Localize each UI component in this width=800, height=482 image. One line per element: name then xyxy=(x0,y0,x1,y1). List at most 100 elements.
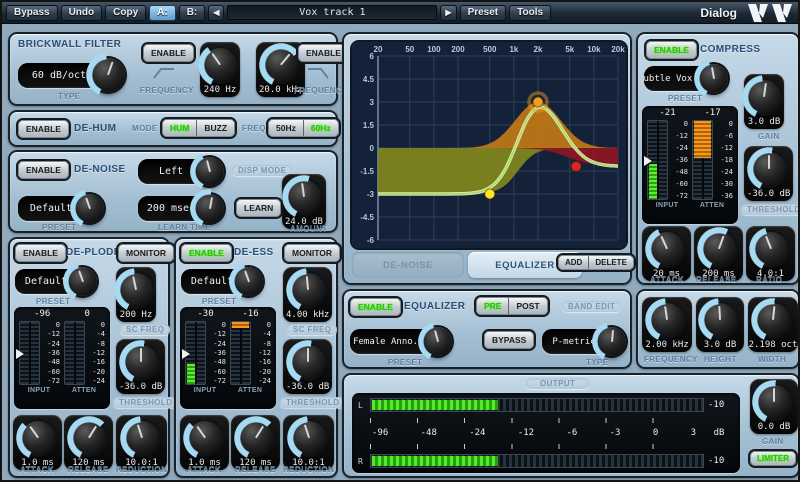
deplode-attack-control: 1.0 ms xyxy=(13,415,62,470)
band-frequency-knob[interactable] xyxy=(650,303,684,337)
deess-input-scale: 0-12-24-36-48-60-72 xyxy=(206,321,226,385)
compress-threshold-knob[interactable] xyxy=(752,152,786,186)
output-right-row: R -10 xyxy=(358,454,734,468)
dehum-60hz-button[interactable]: 60Hz xyxy=(303,120,338,136)
deess-attack-control: 1.0 ms xyxy=(180,415,229,470)
next-preset-button[interactable]: ▶ xyxy=(440,5,456,21)
compress-title: COMPRESS xyxy=(700,44,760,55)
band-width-knob[interactable] xyxy=(756,303,790,337)
output-right-peak: -10 xyxy=(708,456,734,466)
denoise-title: DE-NOISE xyxy=(74,164,126,175)
output-panel: OUTPUT L -10 -96-48-24-12-6-303 dB R -10 xyxy=(342,373,800,478)
tools-menu-button[interactable]: Tools xyxy=(509,5,551,21)
svg-text:100: 100 xyxy=(427,45,441,54)
brickwall-high-freq-knob[interactable] xyxy=(264,48,298,82)
highpass-filter-icon xyxy=(152,67,176,79)
preset-b-button[interactable]: B: xyxy=(179,5,206,21)
deplode-release-knob[interactable] xyxy=(72,421,106,455)
compress-ratio-knob[interactable] xyxy=(754,232,788,266)
output-limiter-button[interactable]: LIMITER xyxy=(750,451,796,466)
compress-enable-button[interactable]: ENABLE xyxy=(646,41,697,59)
deess-release-control: 120 ms xyxy=(231,415,280,470)
compress-threshold-arrow[interactable] xyxy=(644,156,652,166)
eq-pre-button[interactable]: PRE xyxy=(477,298,508,314)
output-scale-row: -96-48-24-12-6-303 dB xyxy=(358,428,734,438)
denoise-learntime-knob[interactable] xyxy=(195,194,224,223)
deess-scfreq-label: SC FREQ xyxy=(287,324,337,335)
deplode-preset-knob[interactable] xyxy=(68,267,97,296)
output-gain-knob[interactable] xyxy=(757,385,791,419)
output-db-unit: dB xyxy=(704,428,734,438)
output-right-label: R xyxy=(358,457,366,466)
deess-threshold-arrow[interactable] xyxy=(182,349,190,359)
preset-a-button[interactable]: A: xyxy=(149,5,176,21)
compress-threshold-control: -36.0 dB xyxy=(744,146,793,201)
eq-post-button[interactable]: POST xyxy=(508,298,546,314)
deess-monitor-button[interactable]: MONITOR xyxy=(284,244,340,262)
deess-release-knob[interactable] xyxy=(239,421,273,455)
deess-attack-knob[interactable] xyxy=(188,421,222,455)
deplode-reduction-knob[interactable] xyxy=(125,421,159,455)
deplode-enable-button[interactable]: ENABLE xyxy=(15,244,66,262)
compress-meters: -21 -17 0-12-24-36-48-60-72 0-6-12-18-24… xyxy=(642,106,738,224)
deess-preset-knob[interactable] xyxy=(234,267,263,296)
equalizer-controls-panel: ENABLE EQUALIZER PRE POST BAND EDIT Fema… xyxy=(342,289,632,369)
brickwall-type-knob[interactable] xyxy=(91,58,125,92)
denoise-amount-knob[interactable] xyxy=(287,180,321,214)
brickwall-low-freq-knob[interactable] xyxy=(203,48,237,82)
tab-denoise[interactable]: DE-NOISE xyxy=(352,252,464,278)
add-band-button[interactable]: ADD xyxy=(559,256,588,269)
deess-input-label: INPUT xyxy=(194,387,217,394)
compress-release-knob[interactable] xyxy=(702,232,736,266)
compress-gain-knob[interactable] xyxy=(747,80,781,114)
denoise-dispmode-knob[interactable] xyxy=(195,157,224,186)
eq-response-graph[interactable]: 20501002005001k2k5k10k20k64.531.50-1.5-3… xyxy=(352,42,626,248)
output-right-meter xyxy=(370,454,704,468)
denoise-enable-button[interactable]: ENABLE xyxy=(18,161,69,179)
output-left-label: L xyxy=(358,401,366,410)
deess-enable-button[interactable]: ENABLE xyxy=(181,244,232,262)
bypass-button[interactable]: Bypass xyxy=(6,5,58,21)
denoise-preset-control: Default xyxy=(18,194,104,223)
prev-preset-button[interactable]: ◀ xyxy=(208,5,224,21)
copy-button[interactable]: Copy xyxy=(105,5,146,21)
eq-bypass-button[interactable]: BYPASS xyxy=(484,331,534,349)
compress-preset-knob[interactable] xyxy=(699,64,728,93)
dehum-hum-button[interactable]: HUM xyxy=(163,120,196,136)
brickwall-low-enable-button[interactable]: ENABLE xyxy=(143,44,194,62)
denoise-preset-label: PRESET xyxy=(42,223,76,232)
band-height-knob[interactable] xyxy=(703,303,737,337)
lowpass-filter-icon xyxy=(306,67,330,79)
toolbar: Bypass Undo Copy A: B: ◀ Vox track 1 ▶ P… xyxy=(2,2,798,24)
denoise-learn-button[interactable]: LEARN xyxy=(236,199,281,217)
deplode-atten-scale: 0-4-8-12-16-20-24 xyxy=(85,321,105,385)
undo-button[interactable]: Undo xyxy=(61,5,103,21)
denoise-learntime-control: 200 msec xyxy=(138,194,224,223)
plugin-title: Dialog xyxy=(700,6,737,20)
deplode-monitor-button[interactable]: MONITOR xyxy=(118,244,174,262)
deplode-attack-knob[interactable] xyxy=(21,421,55,455)
deess-reduction-knob[interactable] xyxy=(292,421,326,455)
compress-attack-knob[interactable] xyxy=(650,232,684,266)
deplode-threshold-knob[interactable] xyxy=(124,345,158,379)
preset-name-display[interactable]: Vox track 1 xyxy=(227,5,437,20)
dehum-50hz-button[interactable]: 50Hz xyxy=(269,120,303,136)
deplode-scfreq-knob[interactable] xyxy=(119,273,153,307)
band-type-knob[interactable] xyxy=(597,327,626,356)
deess-threshold-knob[interactable] xyxy=(291,345,325,379)
equalizer-enable-button[interactable]: ENABLE xyxy=(350,298,401,316)
brickwall-low-freq-label: FREQUENCY xyxy=(140,86,194,95)
eq-preset-knob[interactable] xyxy=(423,327,452,356)
deplode-threshold-arrow[interactable] xyxy=(16,349,24,359)
deplode-input-scale: 0-12-24-36-48-60-72 xyxy=(40,321,60,385)
denoise-preset-knob[interactable] xyxy=(75,194,104,223)
dehum-enable-button[interactable]: ENABLE xyxy=(18,120,69,138)
deess-scfreq-knob[interactable] xyxy=(291,273,325,307)
deplode-attack-label: ATTACK xyxy=(20,465,54,474)
dehum-buzz-button[interactable]: BUZZ xyxy=(196,120,234,136)
deplode-threshold-control: -36.0 dB xyxy=(116,339,165,394)
delete-band-button[interactable]: DELETE xyxy=(588,256,633,269)
denoise-panel: ENABLE DE-NOISE Left DISP MODE Default P… xyxy=(8,150,338,233)
svg-text:4.5: 4.5 xyxy=(363,75,375,84)
preset-menu-button[interactable]: Preset xyxy=(460,5,507,21)
